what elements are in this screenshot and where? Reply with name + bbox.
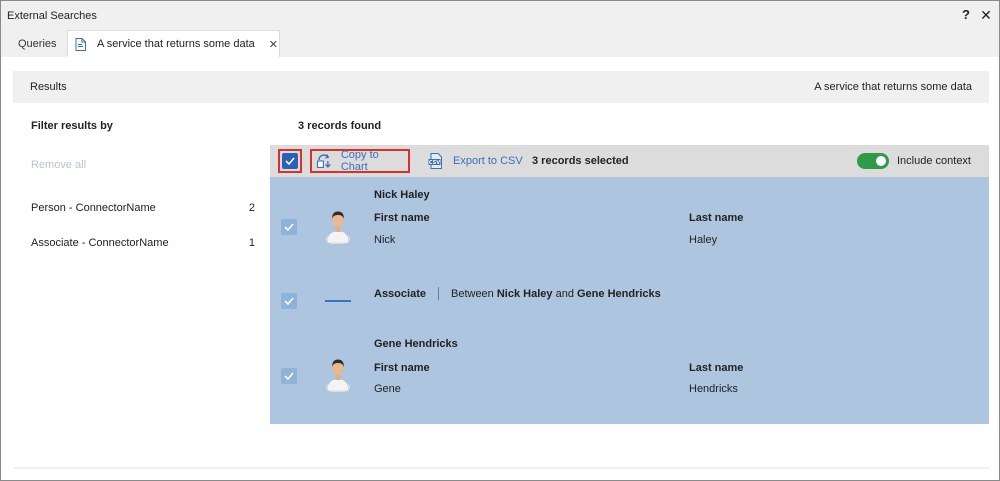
last-name-label: Last name — [689, 212, 744, 224]
first-name-label: First name — [374, 362, 430, 374]
first-name-value: Nick — [374, 234, 396, 246]
results-label: Results — [30, 81, 67, 93]
copy-to-chart-button[interactable]: Copy to Chart — [310, 149, 410, 173]
title-bar: External Searches ? ✕ — [1, 1, 999, 30]
last-name-value: Hendricks — [689, 383, 738, 395]
close-tab-icon[interactable]: ✕ — [269, 38, 278, 51]
record-checkbox[interactable] — [281, 293, 297, 309]
results-header: Results A service that returns some data — [13, 71, 989, 103]
tab-service-label: A service that returns some data — [97, 38, 255, 50]
selected-count: 3 records selected — [532, 155, 629, 167]
person-avatar-icon — [326, 211, 350, 244]
checkmark-icon — [284, 372, 294, 380]
copy-to-chart-label: Copy to Chart — [340, 149, 379, 173]
select-all-checkbox[interactable] — [278, 149, 302, 173]
record-name: Nick Haley — [374, 189, 430, 201]
include-context-toggle[interactable] — [857, 153, 889, 169]
divider — [437, 287, 439, 300]
record-name: Gene Hendricks — [374, 338, 458, 350]
results-panel: Results A service that returns some data… — [13, 71, 989, 469]
association-type: Associate — [374, 287, 426, 300]
toggle-knob — [876, 156, 886, 166]
between-label: Between — [450, 287, 494, 300]
remove-all-link[interactable]: Remove all — [31, 159, 86, 171]
association-from: Nick Haley — [496, 287, 553, 300]
export-to-csv-button[interactable]: CSV Export to CSV — [428, 153, 523, 169]
association-details: Associate Between Nick Haley and Gene He… — [374, 287, 661, 300]
filter-item-person[interactable]: Person - ConnectorName 2 — [31, 202, 255, 214]
export-to-csv-label: Export to CSV — [453, 155, 523, 167]
first-name-value: Gene — [374, 383, 401, 395]
results-source: A service that returns some data — [814, 81, 972, 93]
filter-item-associate[interactable]: Associate - ConnectorName 1 — [31, 237, 255, 249]
copy-to-chart-icon — [316, 154, 331, 168]
external-searches-window: External Searches ? ✕ Queries A service … — [0, 0, 1000, 481]
results-toolbar: Copy to Chart CSV Export to CSV 3 record… — [270, 145, 989, 177]
record-checkbox[interactable] — [281, 368, 297, 384]
filter-title: Filter results by — [31, 120, 113, 132]
and-label: and — [555, 287, 574, 300]
link-icon — [325, 300, 351, 302]
tab-bar: Queries A service that returns some data… — [1, 30, 999, 57]
last-name-value: Haley — [689, 234, 718, 246]
tab-queries[interactable]: Queries — [9, 30, 67, 57]
filter-item-count: 1 — [248, 237, 255, 249]
filter-item-label: Person - ConnectorName — [31, 202, 156, 214]
person-avatar-icon — [326, 359, 350, 392]
include-context-label: Include context — [897, 155, 971, 167]
checkmark-icon — [284, 297, 294, 305]
association-to: Gene Hendricks — [577, 287, 661, 300]
checkmark-icon — [285, 157, 295, 165]
filter-item-label: Associate - ConnectorName — [31, 237, 169, 249]
svg-text:CSV: CSV — [429, 160, 440, 166]
first-name-label: First name — [374, 212, 430, 224]
filter-item-count: 2 — [248, 202, 255, 214]
checkbox-checked — [282, 153, 298, 169]
document-icon — [75, 37, 86, 51]
tab-queries-label: Queries — [18, 37, 57, 50]
page-body: Results A service that returns some data… — [1, 57, 999, 480]
record-checkbox[interactable] — [281, 219, 297, 235]
tab-service-results[interactable]: A service that returns some data ✕ — [67, 30, 280, 57]
checkmark-icon — [284, 223, 294, 231]
csv-file-icon: CSV — [428, 153, 442, 169]
results-content: Filter results by Remove all Person - Co… — [13, 103, 989, 467]
close-window-button[interactable]: ✕ — [979, 7, 993, 23]
last-name-label: Last name — [689, 362, 744, 374]
records-list: Nick Haley First name Nick Last name Hal… — [270, 177, 989, 424]
help-button[interactable]: ? — [959, 7, 973, 23]
window-title: External Searches — [7, 10, 97, 22]
records-found-count: 3 records found — [298, 120, 382, 132]
